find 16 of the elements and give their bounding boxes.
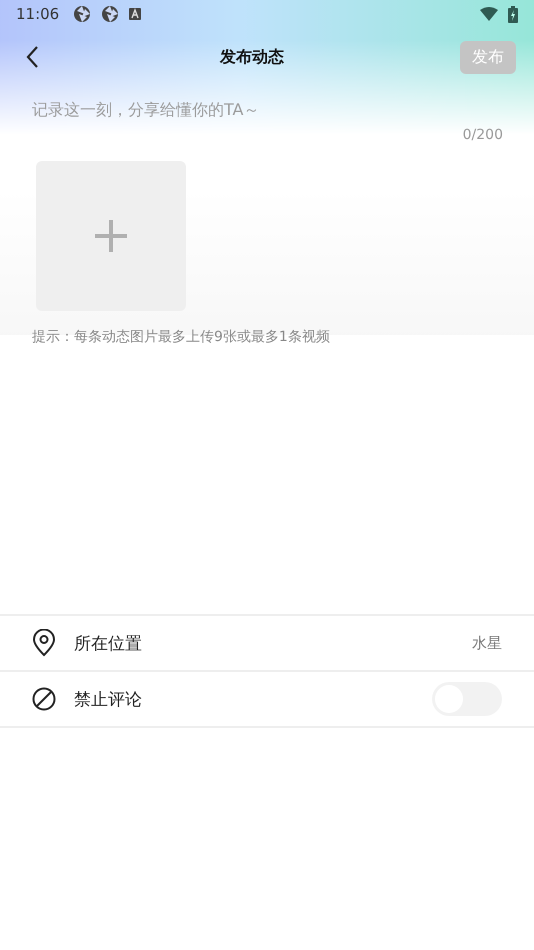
upload-hint: 提示：每条动态图片最多上传9张或最多1条视频 [32, 328, 331, 346]
location-value[interactable]: 水星 [472, 634, 502, 652]
clock: 11:06 [16, 5, 60, 23]
aperture-icon [101, 5, 120, 23]
prohibited-icon [32, 687, 56, 711]
option-label: 所在位置 [74, 632, 143, 654]
plus-icon [94, 219, 128, 253]
location-pin-icon [32, 629, 56, 657]
add-media-button[interactable] [36, 161, 186, 311]
character-counter: 0/200 [462, 127, 503, 143]
page-title: 发布动态 [218, 46, 285, 68]
battery-icon [508, 6, 518, 22]
option-label: 禁止评论 [74, 688, 143, 710]
wifi-icon [480, 7, 498, 21]
aperture-icon [73, 5, 92, 23]
keyboard-app-icon [129, 8, 142, 20]
